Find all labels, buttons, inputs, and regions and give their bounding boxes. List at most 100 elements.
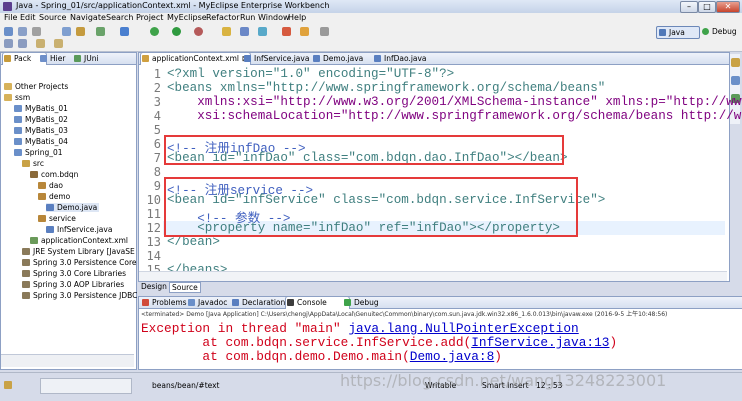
editor-horizontal-scrollbar[interactable]	[139, 271, 727, 281]
tab-label: Javadoc	[198, 298, 228, 307]
run-icon[interactable]	[172, 27, 181, 36]
new-server-icon[interactable]	[96, 27, 105, 36]
menu-file[interactable]: File	[4, 13, 17, 22]
tree-item-selected[interactable]: Demo.java	[46, 203, 100, 212]
tab-console[interactable]: Console	[285, 296, 350, 309]
tree-label: Other Projects	[15, 82, 69, 91]
external-tools-icon[interactable]	[194, 27, 203, 36]
java-file-icon	[313, 55, 320, 62]
menu-search[interactable]: Search	[106, 13, 133, 22]
print-icon[interactable]	[32, 27, 41, 36]
tree-item[interactable]: Spring 3.0 Persistence Core	[22, 258, 137, 267]
trace-link-infservice[interactable]: InfService.java:13	[471, 335, 609, 350]
line-number: 2	[153, 81, 161, 95]
back-icon[interactable]	[36, 39, 45, 48]
tree-item[interactable]: service	[38, 214, 76, 223]
open-type-icon[interactable]	[62, 27, 71, 36]
outline-icon[interactable]	[731, 58, 740, 67]
tab-infdao-java[interactable]: InfDao.java	[373, 53, 438, 64]
tasks-icon[interactable]	[731, 76, 740, 85]
tree-item[interactable]: MyBatis_02	[14, 115, 68, 124]
line-number: 3	[153, 95, 161, 109]
prev-annotation-icon[interactable]	[18, 39, 27, 48]
tree-item[interactable]: Spring_01	[14, 148, 63, 157]
deploy-icon[interactable]	[120, 27, 129, 36]
tab-declaration[interactable]: Declaration	[231, 297, 292, 308]
tree-item[interactable]: demo	[38, 192, 70, 201]
line-number: 5	[153, 123, 161, 137]
exception-class-link[interactable]: java.lang.NullPointerException	[348, 321, 578, 336]
tree-label: MyBatis_03	[25, 126, 68, 135]
new-class-icon[interactable]	[258, 27, 267, 36]
perspective-debug[interactable]: Debug	[702, 26, 740, 37]
tree-label: Demo.java	[57, 203, 98, 212]
menu-source[interactable]: Source	[39, 13, 66, 22]
new-package-icon[interactable]	[240, 27, 249, 36]
tree-label: MyBatis_01	[25, 104, 68, 113]
tree-item[interactable]: ssm	[4, 93, 30, 102]
tree-item[interactable]: InfService.java	[46, 225, 112, 234]
tab-source[interactable]: Source	[169, 282, 201, 293]
next-annotation-icon[interactable]	[4, 39, 13, 48]
tree-label: dao	[49, 181, 63, 190]
tree-label: Spring 3.0 Persistence JDBC	[33, 291, 138, 300]
tree-item[interactable]: dao	[38, 181, 63, 190]
tree-item[interactable]: MyBatis_01	[14, 104, 68, 113]
perspective-java[interactable]: Java	[656, 26, 700, 39]
tree-item[interactable]: Spring 3.0 Core Libraries	[22, 269, 126, 278]
debug-icon[interactable]	[150, 27, 159, 36]
code-line[interactable]: </bean>	[167, 235, 220, 249]
menu-run[interactable]: Run	[240, 13, 255, 22]
tree-item[interactable]: com.bdqn	[30, 170, 78, 179]
hierarchy-icon	[40, 55, 47, 62]
tree-label: Spring 3.0 Core Libraries	[33, 269, 127, 278]
open-resource-icon[interactable]	[76, 27, 85, 36]
new-java-project-icon[interactable]	[222, 27, 231, 36]
horizontal-scrollbar[interactable]	[1, 354, 134, 367]
stacktrace-line: at com.bdqn.demo.Demo.main(Demo.java:8)	[141, 349, 502, 364]
tree-item[interactable]: Other Projects	[4, 82, 68, 91]
tree-item[interactable]: MyBatis_04	[14, 137, 68, 146]
menu-bar: File Edit Source Navigate Search Project…	[0, 13, 742, 24]
tab-demo-java[interactable]: Demo.java	[312, 53, 373, 64]
close-button[interactable]: ✕	[716, 1, 740, 13]
save-icon[interactable]	[18, 27, 27, 36]
tab-junit[interactable]: JUni	[73, 53, 114, 64]
tree-item[interactable]: applicationContext.xml	[30, 236, 128, 245]
menu-edit[interactable]: Edit	[20, 13, 36, 22]
tab-label: JUni	[84, 54, 99, 63]
pin-icon[interactable]	[320, 27, 329, 36]
code-line[interactable]: xsi:schemaLocation="http://www.springfra…	[167, 109, 741, 123]
menu-help[interactable]: Help	[288, 13, 306, 22]
tree-item[interactable]: JRE System Library [JavaSE	[22, 247, 135, 256]
package-icon	[38, 182, 46, 189]
annotation-icon[interactable]	[300, 27, 309, 36]
tab-infservice-java[interactable]: InfService.java	[243, 53, 316, 64]
java-file-icon	[46, 226, 54, 233]
search-icon[interactable]	[282, 27, 291, 36]
fast-view-icon[interactable]	[4, 381, 12, 389]
tree-label: applicationContext.xml	[41, 236, 128, 245]
forward-icon[interactable]	[54, 39, 63, 48]
trace-link-demo[interactable]: Demo.java:8	[410, 349, 494, 364]
menu-refactor[interactable]: Refactor	[206, 13, 240, 22]
tree-item[interactable]: src	[22, 159, 44, 168]
maximize-button[interactable]: □	[698, 1, 716, 13]
tab-design[interactable]: Design	[141, 282, 167, 291]
minimize-button[interactable]: –	[680, 1, 698, 13]
code-line[interactable]: <?xml version="1.0" encoding="UTF-8"?>	[167, 67, 454, 81]
code-line[interactable]: xmlns:xsi="http://www.w3.org/2001/XMLSch…	[167, 95, 742, 109]
tree-item[interactable]: MyBatis_03	[14, 126, 68, 135]
tab-applicationcontext-xml[interactable]: applicationContext.xml⊠	[140, 52, 251, 65]
menu-project[interactable]: Project	[136, 13, 163, 22]
new-icon[interactable]	[4, 27, 13, 36]
menu-myeclipse[interactable]: MyEclipse	[167, 13, 207, 22]
tree-item[interactable]: Spring 3.0 Persistence JDBC	[22, 291, 137, 300]
tree-item[interactable]: Spring 3.0 AOP Libraries	[22, 280, 124, 289]
menu-navigate[interactable]: Navigate	[70, 13, 106, 22]
tab-debug[interactable]: Debug	[343, 297, 390, 308]
menu-window[interactable]: Window	[258, 13, 290, 22]
tab-label: InfService.java	[254, 54, 310, 63]
line-number: 4	[153, 109, 161, 123]
code-line[interactable]: <beans xmlns="http://www.springframework…	[167, 81, 605, 95]
